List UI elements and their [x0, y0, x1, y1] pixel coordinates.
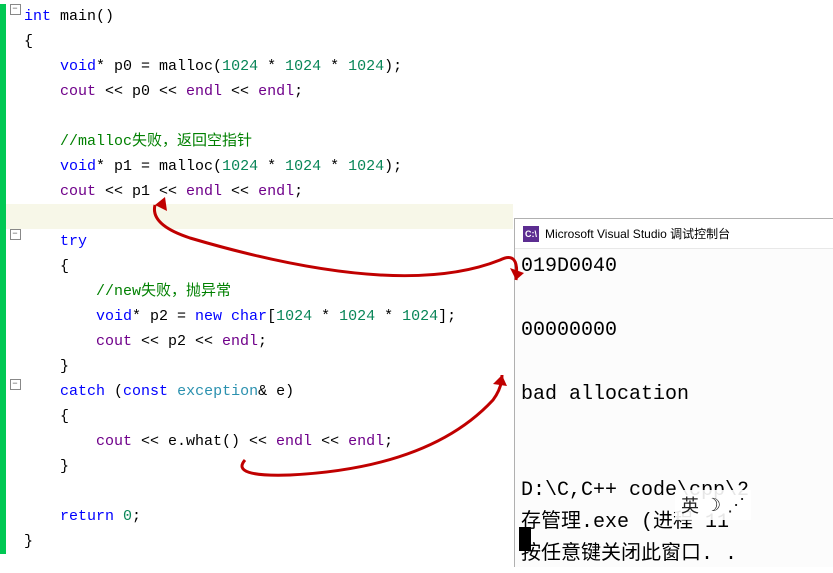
console-line: 00000000 — [521, 315, 827, 347]
console-line: bad allocation — [521, 379, 827, 411]
fn-malloc: malloc — [159, 54, 213, 79]
fold-icon[interactable]: − — [10, 4, 21, 15]
comment-malloc: //malloc失败，返回空指针 — [60, 129, 252, 154]
kw-void: void — [60, 54, 96, 79]
kw-try: try — [60, 229, 87, 254]
console-line: 存管理.exe (进程 11 — [521, 507, 827, 539]
brace: { — [24, 29, 33, 54]
fold-icon[interactable]: − — [10, 229, 21, 240]
moon-icon: ☽ — [705, 495, 721, 516]
ime-dots-icon: ⋰ — [727, 495, 745, 516]
console-line: D:\C,C++ code\cpp\2 — [521, 475, 827, 507]
console-output: 019D0040 00000000 bad allocation D:\C,C+… — [515, 249, 833, 573]
console-titlebar[interactable]: C:\ Microsoft Visual Studio 调试控制台 — [515, 219, 833, 249]
vs-icon: C:\ — [523, 226, 539, 242]
console-cursor — [519, 527, 531, 551]
kw-catch: catch — [60, 379, 105, 404]
console-title-text: Microsoft Visual Studio 调试控制台 — [545, 225, 730, 242]
ime-indicator[interactable]: 英 ☽ ⋰ — [675, 490, 751, 520]
console-line: 019D0040 — [521, 251, 827, 283]
ime-lang: 英 — [681, 492, 699, 518]
kw-return: return — [60, 504, 114, 529]
fold-icon[interactable]: − — [10, 379, 21, 390]
console-line: 按任意键关闭此窗口. . — [521, 539, 827, 571]
type-exception: exception — [177, 379, 258, 404]
cout: cout — [60, 79, 96, 104]
comment-new: //new失败，抛异常 — [96, 279, 231, 304]
func-main: main() — [51, 4, 114, 29]
debug-console[interactable]: C:\ Microsoft Visual Studio 调试控制台 019D00… — [514, 218, 833, 567]
keyword-int: int — [24, 4, 51, 29]
current-line-highlight — [0, 204, 513, 229]
